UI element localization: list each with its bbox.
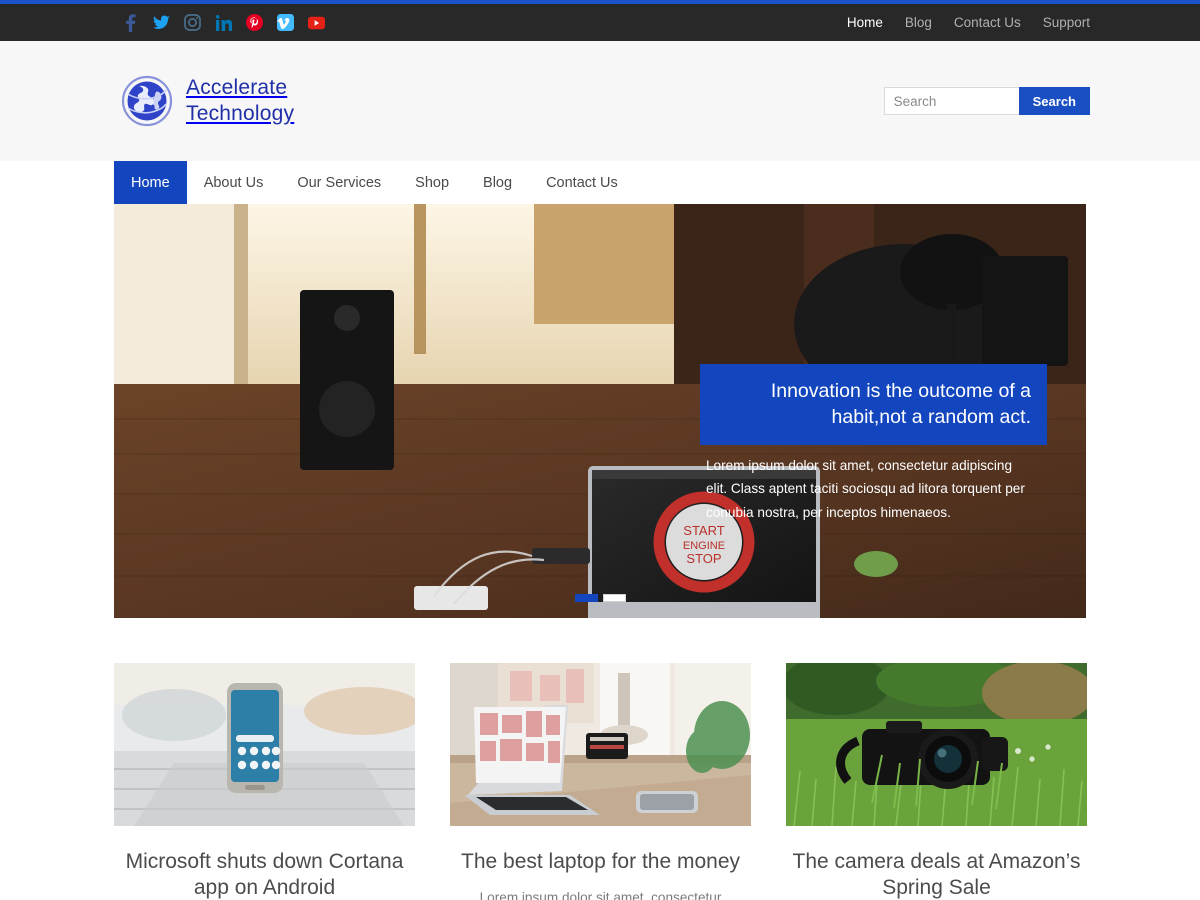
- post-cards: Microsoft shuts down Cortana app on Andr…: [114, 663, 1087, 900]
- site-header: Accelerate Technology Search: [0, 41, 1200, 161]
- top-nav-item-blog[interactable]: Blog: [905, 4, 932, 41]
- search-button[interactable]: Search: [1018, 87, 1090, 115]
- hero-slider-dots: [114, 594, 1086, 602]
- facebook-icon[interactable]: [122, 13, 139, 32]
- hero-slider: START ENGINE STOP Innovation is the outc…: [114, 204, 1086, 618]
- globe-icon: [118, 72, 176, 130]
- post-title[interactable]: Microsoft shuts down Cortana app on Andr…: [114, 849, 415, 900]
- nav-item-home[interactable]: Home: [114, 161, 187, 204]
- top-nav: Home Blog Contact Us Support: [847, 4, 1090, 41]
- post-excerpt: Lorem ipsum dolor sit amet, consectetur …: [479, 890, 722, 900]
- post-card: The camera deals at Amazon’s Spring Sale…: [786, 663, 1087, 900]
- vimeo-icon[interactable]: [277, 13, 294, 32]
- hero-slider-dot-2[interactable]: [602, 594, 626, 602]
- nav-item-contact-us[interactable]: Contact Us: [529, 161, 635, 204]
- top-nav-item-support[interactable]: Support: [1043, 4, 1090, 41]
- post-image-phone[interactable]: [114, 663, 415, 826]
- nav-item-our-services[interactable]: Our Services: [280, 161, 398, 204]
- logo-line-1: Accelerate: [186, 75, 288, 99]
- linkedin-icon[interactable]: [215, 13, 232, 32]
- youtube-icon[interactable]: [308, 13, 325, 32]
- post-card: Microsoft shuts down Cortana app on Andr…: [114, 663, 415, 900]
- hero-body-text: Lorem ipsum dolor sit amet, consectetur …: [706, 458, 1025, 520]
- nav-item-about-us[interactable]: About Us: [187, 161, 281, 204]
- hero-slider-dot-1[interactable]: [574, 594, 598, 602]
- post-title[interactable]: The best laptop for the money: [450, 849, 751, 875]
- pinterest-icon[interactable]: [246, 13, 263, 32]
- twitter-icon[interactable]: [153, 13, 170, 32]
- top-nav-item-contact-us[interactable]: Contact Us: [954, 4, 1021, 41]
- search-input[interactable]: [883, 87, 1019, 115]
- logo-text: Accelerate Technology: [186, 75, 294, 128]
- post-card: The best laptop for the money Lorem ipsu…: [450, 663, 751, 900]
- search-box: Search: [883, 87, 1090, 115]
- post-image-camera[interactable]: [786, 663, 1087, 826]
- social-links: [122, 13, 325, 32]
- site-logo[interactable]: Accelerate Technology: [118, 72, 294, 130]
- nav-item-shop[interactable]: Shop: [398, 161, 466, 204]
- svg-text:STOP: STOP: [686, 551, 721, 566]
- main-nav-bar: Home About Us Our Services Shop Blog Con…: [0, 161, 1200, 204]
- instagram-icon[interactable]: [184, 13, 201, 32]
- post-title[interactable]: The camera deals at Amazon’s Spring Sale: [786, 849, 1087, 900]
- main-nav: Home About Us Our Services Shop Blog Con…: [114, 161, 1086, 204]
- top-nav-item-home[interactable]: Home: [847, 4, 883, 41]
- logo-line-2: Technology: [186, 102, 295, 125]
- hero-caption: Innovation is the outcome of a habit,not…: [700, 364, 1047, 445]
- svg-text:START: START: [683, 523, 724, 538]
- nav-item-blog[interactable]: Blog: [466, 161, 529, 204]
- top-utility-bar: Home Blog Contact Us Support: [0, 4, 1200, 41]
- post-image-laptop[interactable]: [450, 663, 751, 826]
